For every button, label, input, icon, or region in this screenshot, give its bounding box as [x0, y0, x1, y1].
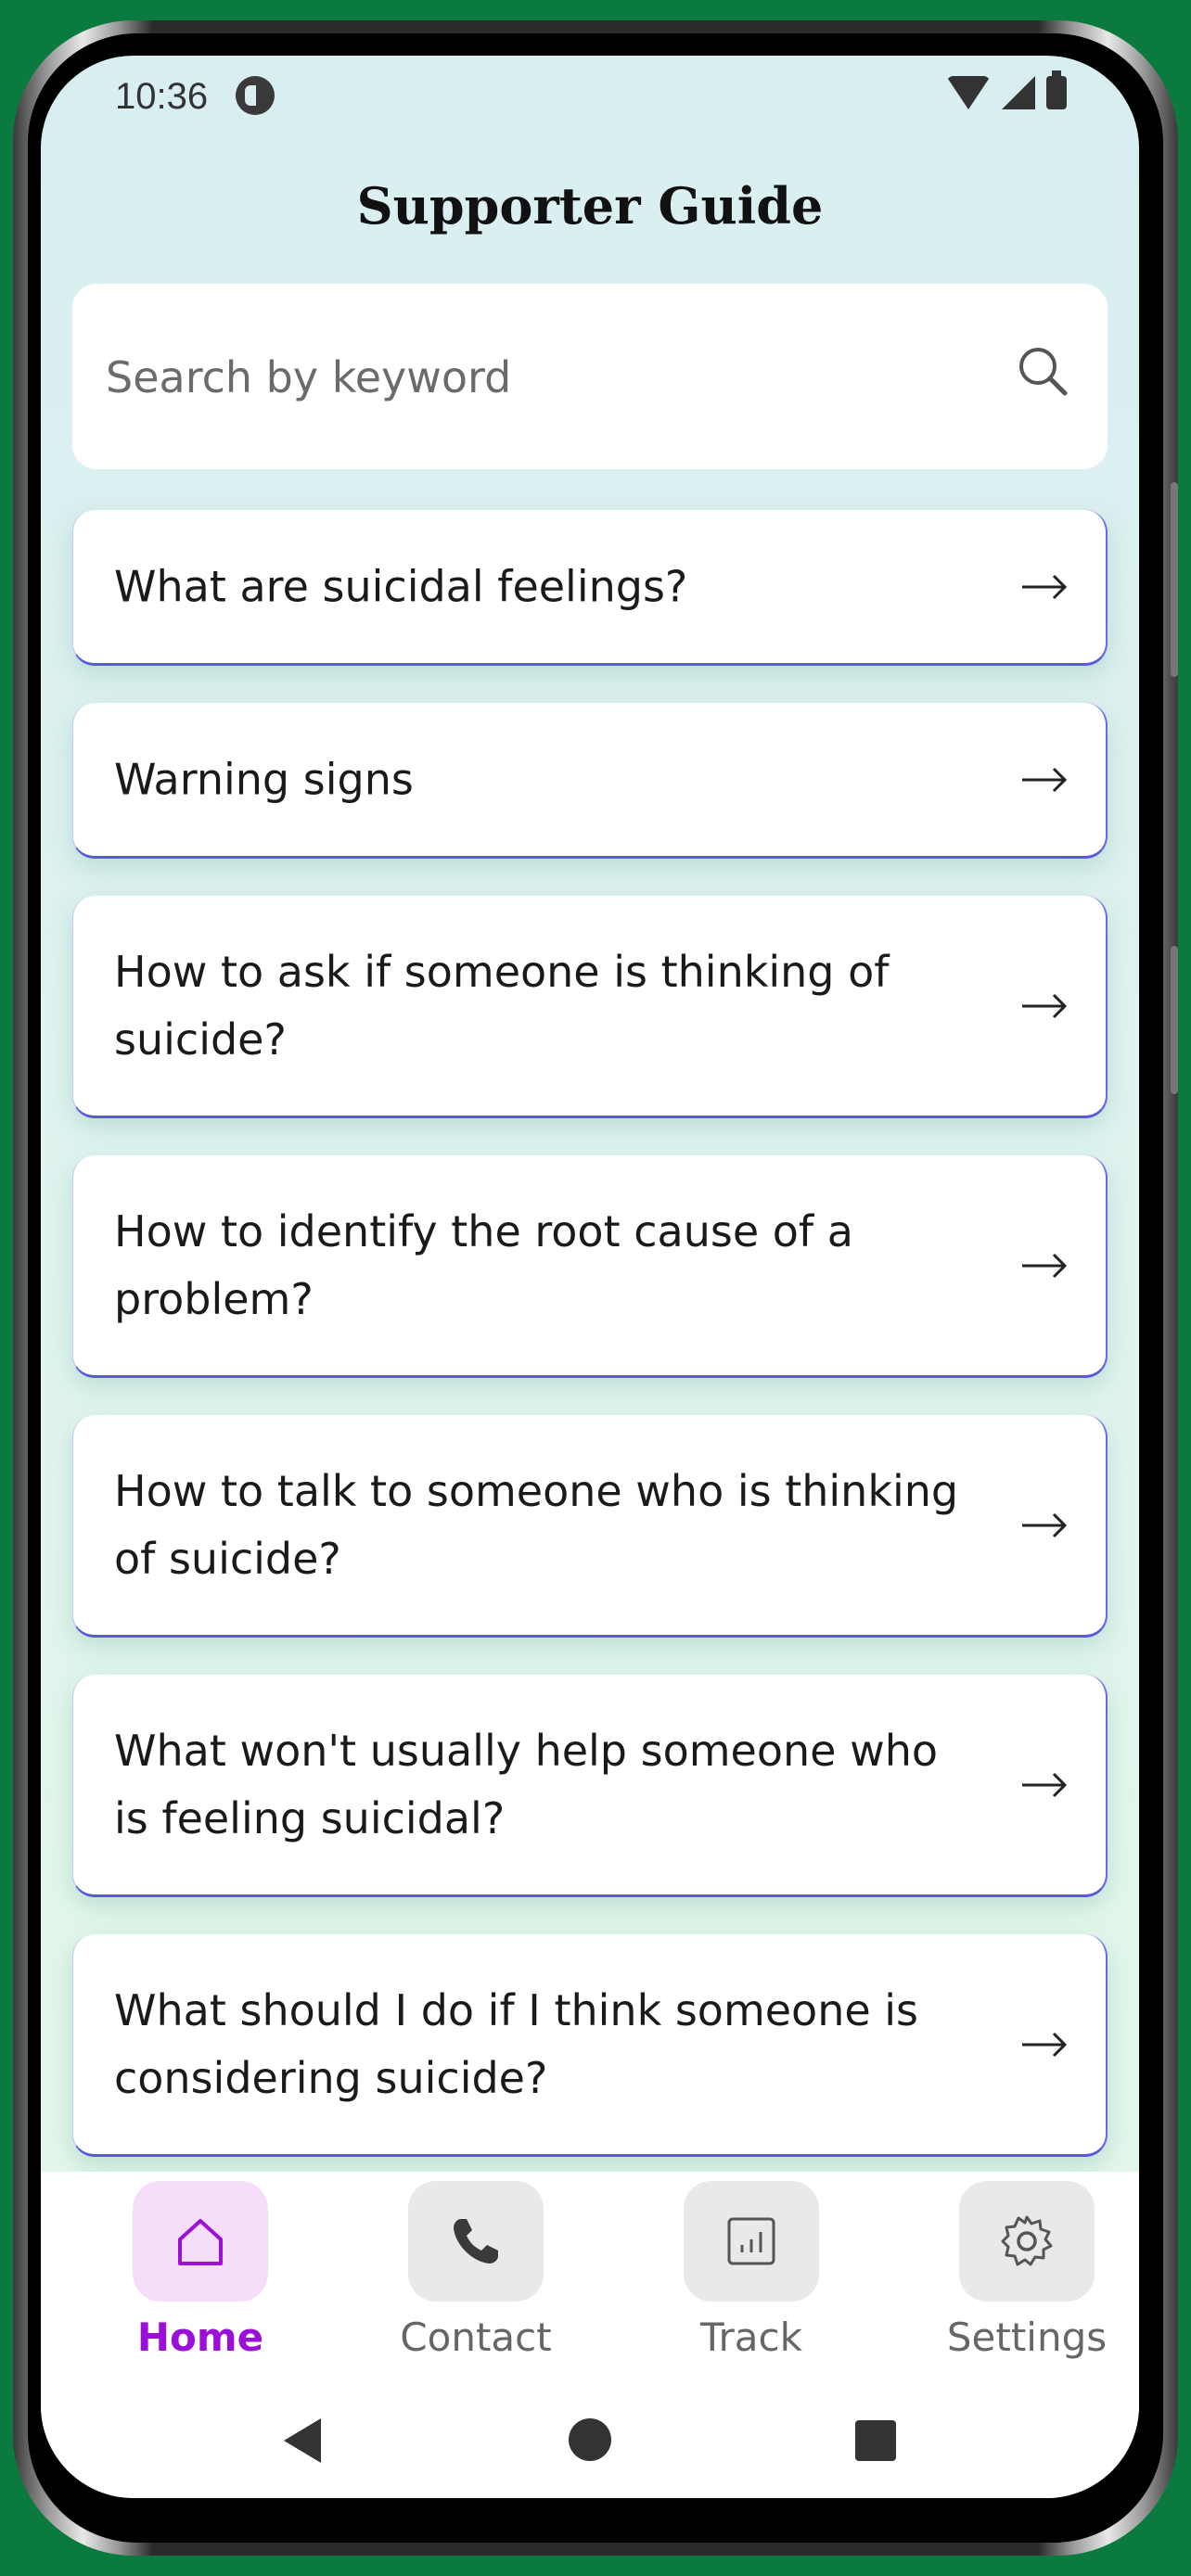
guide-item-what-wont-help[interactable]: What won't usually help someone who is f… [72, 1675, 1108, 1897]
guide-item-label: How to talk to someone who is thinking o… [114, 1465, 959, 1584]
search-icon[interactable] [1015, 343, 1070, 399]
nav-label: Home [136, 2315, 264, 2360]
wifi-icon [946, 76, 991, 109]
guide-item-label: What are suicidal feelings? [114, 561, 688, 611]
guide-item-how-to-talk[interactable]: How to talk to someone who is thinking o… [72, 1415, 1108, 1638]
nav-pill [133, 2181, 268, 2302]
app-screen: 10:36 Supporter Guide What are suicidal … [41, 56, 1139, 2498]
nav-item-track[interactable]: Track [640, 2181, 863, 2360]
battery-icon [1046, 70, 1067, 109]
nav-item-settings[interactable]: Settings [916, 2181, 1138, 2360]
phone-icon [454, 2219, 498, 2264]
page-title: Supporter Guide [356, 176, 824, 236]
guide-item-how-to-ask[interactable]: How to ask if someone is thinking of sui… [72, 896, 1108, 1118]
nav-label: Contact [400, 2315, 552, 2360]
phone-volume-button [1171, 946, 1178, 1094]
system-nav-bar [41, 2413, 1139, 2468]
guide-item-label: What won't usually help someone who is f… [114, 1725, 938, 1843]
guide-item-label: How to identify the root cause of a prob… [114, 1205, 853, 1324]
guide-list: What are suicidal feelings? Warning sign… [72, 510, 1108, 2194]
nav-pill [684, 2181, 819, 2302]
recents-icon[interactable] [855, 2420, 896, 2461]
arrow-right-icon [1022, 574, 1068, 599]
guide-item-warning-signs[interactable]: Warning signs [72, 703, 1108, 859]
arrow-right-icon [1022, 1512, 1068, 1537]
nav-label: Settings [946, 2315, 1108, 2360]
arrow-right-icon [1022, 993, 1068, 1018]
gear-icon [1001, 2215, 1053, 2266]
home-button-icon[interactable] [569, 2418, 611, 2461]
arrow-right-icon [1022, 2032, 1068, 2057]
arrow-right-icon [1022, 1253, 1068, 1278]
notification-icon [236, 76, 275, 115]
search-bar[interactable] [72, 284, 1108, 469]
guide-item-label: What should I do if I think someone is c… [114, 1984, 919, 2103]
nav-pill [408, 2181, 544, 2302]
system-icons [946, 70, 1067, 109]
status-time: 10:36 [115, 76, 209, 117]
phone-side-button [1171, 482, 1178, 677]
nav-item-home[interactable]: Home [89, 2181, 312, 2360]
arrow-right-icon [1022, 1772, 1068, 1797]
guide-item-what-should-i-do[interactable]: What should I do if I think someone is c… [72, 1934, 1108, 2157]
nav-pill [959, 2181, 1095, 2302]
nav-item-contact[interactable]: Contact [365, 2181, 587, 2360]
guide-item-label: How to ask if someone is thinking of sui… [114, 946, 890, 1065]
home-icon [178, 2219, 223, 2265]
back-icon[interactable] [284, 2418, 321, 2463]
guide-item-label: Warning signs [114, 754, 414, 804]
arrow-right-icon [1022, 767, 1068, 792]
nav-label: Track [700, 2315, 802, 2360]
chart-icon [727, 2217, 775, 2265]
guide-item-root-cause[interactable]: How to identify the root cause of a prob… [72, 1155, 1108, 1378]
signal-icon [1002, 76, 1035, 109]
search-input[interactable] [104, 339, 942, 415]
guide-item-suicidal-feelings[interactable]: What are suicidal feelings? [72, 510, 1108, 666]
status-bar: 10:36 [41, 56, 1139, 139]
